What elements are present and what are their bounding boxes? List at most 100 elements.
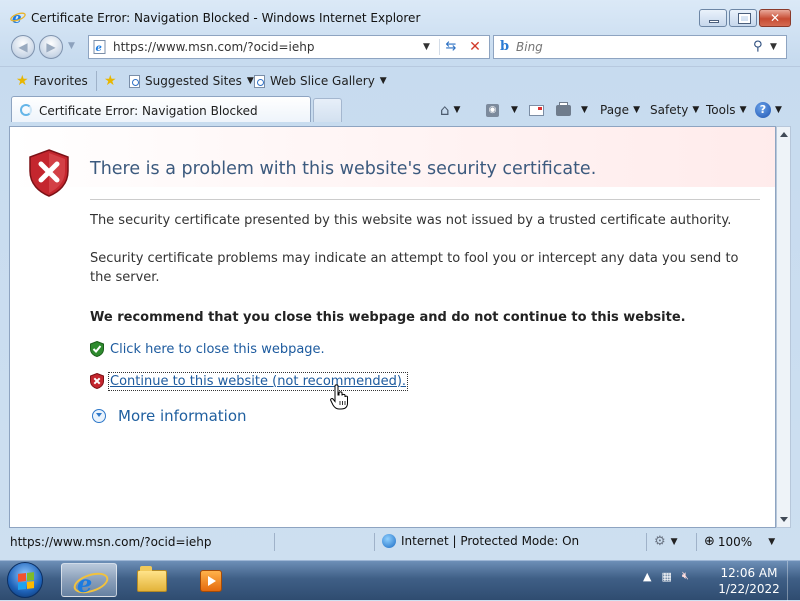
refresh-icon: ⇆ (445, 39, 457, 54)
web-slice-icon (254, 74, 265, 88)
vertical-scrollbar[interactable] (776, 126, 791, 528)
chevron-down-icon: ▼ (246, 76, 254, 86)
security-zone-label: Internet | Protected Mode: On (401, 534, 580, 548)
taskbar-internet-explorer[interactable]: e (61, 563, 117, 598)
page-content: There is a problem with this website's s… (9, 126, 776, 528)
start-button[interactable] (7, 562, 43, 598)
help-button[interactable]: ? ▼ (755, 101, 782, 119)
zoom-level: 100% (717, 534, 753, 549)
status-separator (274, 533, 275, 551)
shield-error-icon (29, 149, 69, 197)
scroll-down-icon[interactable] (780, 517, 788, 522)
forward-arrow-icon: ▶ (46, 40, 56, 54)
maximize-icon (738, 13, 751, 24)
print-icon (556, 101, 571, 116)
address-input[interactable] (113, 39, 423, 55)
suggested-sites-button[interactable]: Suggested Sites ▼ (129, 72, 254, 90)
tab-certificate-error[interactable]: Certificate Error: Navigation Blocked (11, 96, 311, 122)
gear-icon: ⚙ (654, 534, 666, 549)
search-options-dropdown[interactable]: ▼ (770, 42, 777, 52)
suggested-sites-icon (129, 74, 140, 88)
new-tab-button[interactable] (313, 98, 342, 122)
stop-button[interactable]: ✕ (464, 39, 486, 55)
bing-icon: b (500, 39, 510, 54)
title-divider (90, 199, 760, 200)
chevron-down-icon: ▼ (775, 105, 782, 115)
close-webpage-link[interactable]: Click here to close this webpage. (110, 342, 325, 357)
feeds-icon: ◉ (486, 103, 499, 117)
clock-date: 1/22/2022 (718, 582, 780, 596)
search-icon: ⚲ (753, 39, 763, 54)
mail-icon (529, 104, 544, 116)
tools-menu-label: Tools (706, 103, 736, 117)
chevron-down-icon: ▼ (692, 105, 700, 115)
network-icon[interactable]: ▦ (661, 570, 671, 583)
taskbar-windows-explorer[interactable] (124, 563, 180, 597)
shield-x-icon (90, 373, 104, 389)
add-favorite-icon: ★ (104, 73, 117, 89)
refresh-button[interactable]: ⇆ (439, 39, 462, 55)
back-button[interactable]: ◀ (11, 35, 35, 59)
loading-icon (20, 104, 32, 116)
home-button[interactable]: ⌂ ▼ (440, 101, 460, 119)
status-url: https://www.msn.com/?ocid=iehp (10, 535, 212, 549)
page-icon: e (93, 40, 106, 54)
window-controls: ✕ (697, 9, 791, 27)
error-title: There is a problem with this website's s… (90, 159, 597, 179)
read-mail-button[interactable] (529, 101, 544, 119)
page-menu[interactable]: Page ▼ (600, 101, 640, 119)
add-to-favorites-bar-button[interactable]: ★ (104, 72, 122, 90)
folder-icon (137, 566, 167, 592)
status-bar: https://www.msn.com/?ocid=iehp Internet … (0, 530, 800, 554)
favorites-label: Favorites (33, 74, 88, 88)
close-window-button[interactable]: ✕ (759, 9, 791, 27)
address-bar: e ▼ ⇆ ✕ (88, 35, 490, 59)
safety-menu-label: Safety (650, 103, 689, 117)
minimize-button[interactable] (699, 9, 727, 27)
back-arrow-icon: ◀ (18, 40, 28, 54)
continue-row: Continue to this website (not recommende… (90, 371, 409, 391)
expand-circle-icon (92, 409, 106, 423)
help-icon: ? (755, 102, 771, 118)
more-information-label: More information (118, 407, 247, 425)
zoom-level-button[interactable]: ⊕ 100% ▼ (704, 534, 775, 549)
search-button[interactable]: ⚲ (753, 39, 763, 54)
show-desktop-button[interactable] (787, 561, 800, 601)
web-slice-gallery-button[interactable]: Web Slice Gallery ▼ (254, 72, 387, 90)
taskbar: e ▲ ▦ 🔇︎ 12:06 AM 1/22/2022 (0, 560, 800, 601)
change-status-bar-button[interactable]: ⚙ ▼ (654, 534, 678, 549)
print-button[interactable]: ▼ (556, 101, 588, 119)
windows-orb-icon (18, 572, 34, 590)
browser-window: e Certificate Error: Navigation Blocked … (0, 0, 800, 560)
recent-pages-dropdown[interactable]: ▼ (68, 41, 75, 51)
toolbar-separator (96, 71, 97, 91)
favorites-button[interactable]: ★ Favorites (16, 72, 88, 90)
close-icon: ✕ (769, 11, 781, 25)
continue-to-website-link[interactable]: Continue to this website (not recommende… (107, 371, 409, 391)
security-zone[interactable]: Internet | Protected Mode: On (382, 534, 579, 548)
suggested-sites-label: Suggested Sites (145, 74, 242, 88)
chevron-down-icon: ▼ (581, 105, 588, 115)
taskbar-media-player[interactable] (182, 563, 238, 597)
status-separator (696, 533, 697, 551)
favorites-bar: ★ Favorites ★ Suggested Sites ▼ Web Slic… (0, 66, 800, 95)
ie-icon: e (77, 569, 93, 598)
address-dropdown[interactable]: ▼ (423, 42, 430, 52)
safety-menu[interactable]: Safety ▼ (650, 101, 699, 119)
scroll-up-icon[interactable] (780, 132, 788, 137)
search-input[interactable] (516, 39, 736, 55)
chevron-down-icon: ▼ (739, 105, 747, 115)
maximize-button[interactable] (729, 9, 757, 27)
clock[interactable]: 12:06 AM 1/22/2022 (714, 565, 784, 597)
zoom-icon: ⊕ (704, 534, 715, 549)
tools-menu[interactable]: Tools ▼ (706, 101, 746, 119)
status-separator (374, 533, 375, 551)
chevron-down-icon: ▼ (768, 536, 776, 547)
feeds-button[interactable]: ◉ ▼ (486, 101, 518, 119)
show-hidden-icons-button[interactable]: ▲ (643, 570, 651, 583)
chevron-down-icon: ▼ (633, 105, 640, 115)
hand-cursor-icon (330, 384, 348, 410)
more-information-toggle[interactable]: More information (92, 407, 247, 425)
forward-button[interactable]: ▶ (39, 35, 63, 59)
volume-muted-icon[interactable]: 🔇︎ (682, 569, 689, 583)
